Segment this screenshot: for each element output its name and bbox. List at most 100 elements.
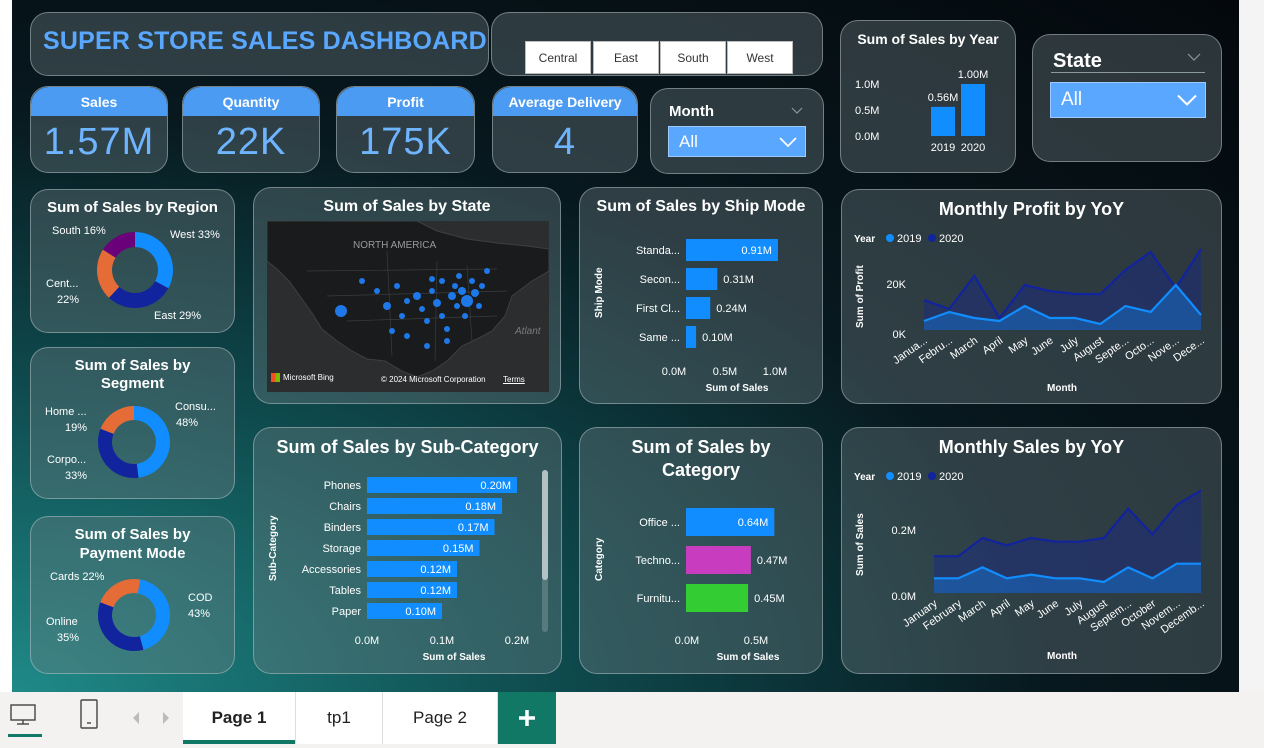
dashboard-title: SUPER STORE SALES DASHBOARD <box>43 27 487 55</box>
shipmode-xtick: 0.0M <box>662 366 686 378</box>
subcat-scrollbar[interactable] <box>542 470 548 580</box>
scroll-right-icon[interactable] <box>160 711 172 725</box>
state-slicer-underline <box>1051 72 1205 73</box>
map-ocean-label: Atlant <box>514 326 542 337</box>
subcat-category-label: Binders <box>324 522 362 534</box>
subcat-category-label: Phones <box>324 480 362 492</box>
report-canvas: SUPER STORE SALES DASHBOARD Central East… <box>12 0 1239 692</box>
state-slicer-label: State <box>1053 50 1102 72</box>
month-tick-label: April <box>988 598 1013 620</box>
month-tick-label: March <box>948 335 980 362</box>
profit-ytick: 20K <box>886 279 906 291</box>
shipmode-bar <box>686 326 697 348</box>
shipmode-value-label: 0.10M <box>702 332 733 344</box>
subcat-category-label: Chairs <box>329 501 361 513</box>
sales-legend-title: Year <box>854 472 875 483</box>
segment-label-home-pct: 19% <box>65 422 87 434</box>
map-sales-dot <box>394 283 400 289</box>
region-button-central[interactable]: Central <box>525 41 591 74</box>
kpi-profit-label: Profit <box>337 87 474 116</box>
region-button-south[interactable]: South <box>660 41 726 74</box>
map-sales-dot <box>335 305 347 317</box>
map-sales-dot <box>389 328 395 334</box>
year-bar-label: 0.56M <box>928 92 959 104</box>
kpi-profit-value: 175K <box>359 121 452 163</box>
payment-label-cod: COD <box>188 592 213 604</box>
subcat-category-label: Tables <box>329 585 361 597</box>
map-sales-dot <box>413 292 421 300</box>
month-dropdown[interactable]: All <box>668 126 806 157</box>
plus-icon <box>519 710 535 726</box>
map-terms-link[interactable]: Terms <box>503 375 525 384</box>
sales-by-subcategory-card: Sum of Sales by Sub-Category Sub-Categor… <box>253 427 562 674</box>
add-page-button[interactable] <box>498 692 556 744</box>
map-sales-dot <box>429 276 435 282</box>
chevron-down-icon <box>1177 94 1197 106</box>
category-value-label: 0.47M <box>757 555 788 567</box>
month-slicer-card: Month All <box>650 88 824 174</box>
tab-page-1[interactable]: Page 1 <box>183 692 296 744</box>
region-button-east[interactable]: East <box>593 41 659 74</box>
payment-label-cards: Cards 22% <box>50 571 105 583</box>
shipmode-category-label: Standa... <box>636 245 680 257</box>
sales-by-payment-card: Sum of Sales by Payment Mode Cards 22% C… <box>30 516 235 674</box>
scroll-left-icon[interactable] <box>130 711 142 725</box>
map-sales-dot <box>399 313 405 319</box>
month-tick-label: March <box>956 598 988 625</box>
shipmode-value-label: 0.24M <box>716 303 747 315</box>
tab-tp1[interactable]: tp1 <box>296 692 383 744</box>
segment-donut-chart: Home ... 19% Consu... 48% Corpo... 33% <box>45 401 216 482</box>
shipmode-category-label: Same ... <box>639 332 680 344</box>
map-sales-dot <box>456 273 462 279</box>
right-scroll-area[interactable] <box>1239 0 1264 692</box>
map-sales-dot <box>424 318 430 324</box>
mobile-layout-icon[interactable] <box>78 698 102 730</box>
map-sales-dot <box>424 343 430 349</box>
sales-by-state-card: Sum of Sales by State NORTH AMERICA Atla… <box>253 187 561 404</box>
profit-legend-title: Year <box>854 234 875 245</box>
state-dropdown-value: All <box>1061 89 1083 110</box>
month-tick-label: May <box>1007 334 1031 356</box>
region-button-west[interactable]: West <box>727 41 793 74</box>
legend-dot-2019 <box>886 472 894 480</box>
shipmode-value-label: 0.91M <box>741 245 772 257</box>
chevron-down-icon <box>779 136 797 147</box>
segment-slice <box>100 406 134 434</box>
us-map[interactable]: NORTH AMERICA Atlant Microsoft Bing © 20… <box>267 221 549 392</box>
map-sales-dot <box>404 298 410 304</box>
sales-by-year-card: Sum of Sales by Year 1.0M 0.5M 0.0M 0.56… <box>840 20 1016 173</box>
kpi-average-delivery: Average Delivery 4 <box>492 86 638 173</box>
year-category-label: 2019 <box>931 142 955 154</box>
year-category-label: 2020 <box>961 142 985 154</box>
shipmode-xtick: 0.5M <box>713 366 737 378</box>
year-bar-chart: 1.0M 0.5M 0.0M 0.56M 2019 1.00M 2020 <box>855 69 988 154</box>
map-sales-dot <box>439 313 445 319</box>
map-sales-dot <box>471 289 479 297</box>
kpi-quantity-label: Quantity <box>183 87 319 116</box>
tab-page-2[interactable]: Page 2 <box>383 692 498 744</box>
profit-xlabel: Month <box>1047 383 1077 394</box>
payment-label-online: Online <box>46 616 78 628</box>
payment-slice <box>97 602 144 651</box>
desktop-layout-icon[interactable] <box>8 700 40 732</box>
state-dropdown[interactable]: All <box>1050 82 1206 118</box>
subcat-category-label: Paper <box>332 606 362 618</box>
payment-label-cod-pct: 43% <box>188 608 210 620</box>
category-category-label: Office ... <box>639 517 680 529</box>
shipmode-xtick: 1.0M <box>763 366 787 378</box>
monthly-sales-card: Monthly Sales by YoY Year 2019 2020 Sum … <box>841 427 1222 674</box>
map-sales-dot <box>458 287 466 295</box>
subcat-value-label: 0.10M <box>405 606 436 618</box>
shipmode-bar-chart: Ship Mode Standa... 0.91M Secon... 0.31M Fir… <box>594 239 787 394</box>
sales-by-shipmode-card: Sum of Sales by Ship Mode Ship Mode Stan… <box>579 187 823 404</box>
sales-ytick: 0.2M <box>892 525 916 537</box>
sales-legend-2019: 2019 <box>897 471 921 483</box>
map-region-label: NORTH AMERICA <box>353 240 436 251</box>
map-sales-dot <box>476 303 482 309</box>
month-dropdown-value: All <box>679 131 698 151</box>
year-bar <box>931 106 955 136</box>
region-label-east: East 29% <box>154 310 201 322</box>
payment-label-online-pct: 35% <box>57 632 79 644</box>
desktop-layout-underline <box>8 734 42 737</box>
page-tab-bar: Page 1 tp1 Page 2 <box>0 692 1264 748</box>
